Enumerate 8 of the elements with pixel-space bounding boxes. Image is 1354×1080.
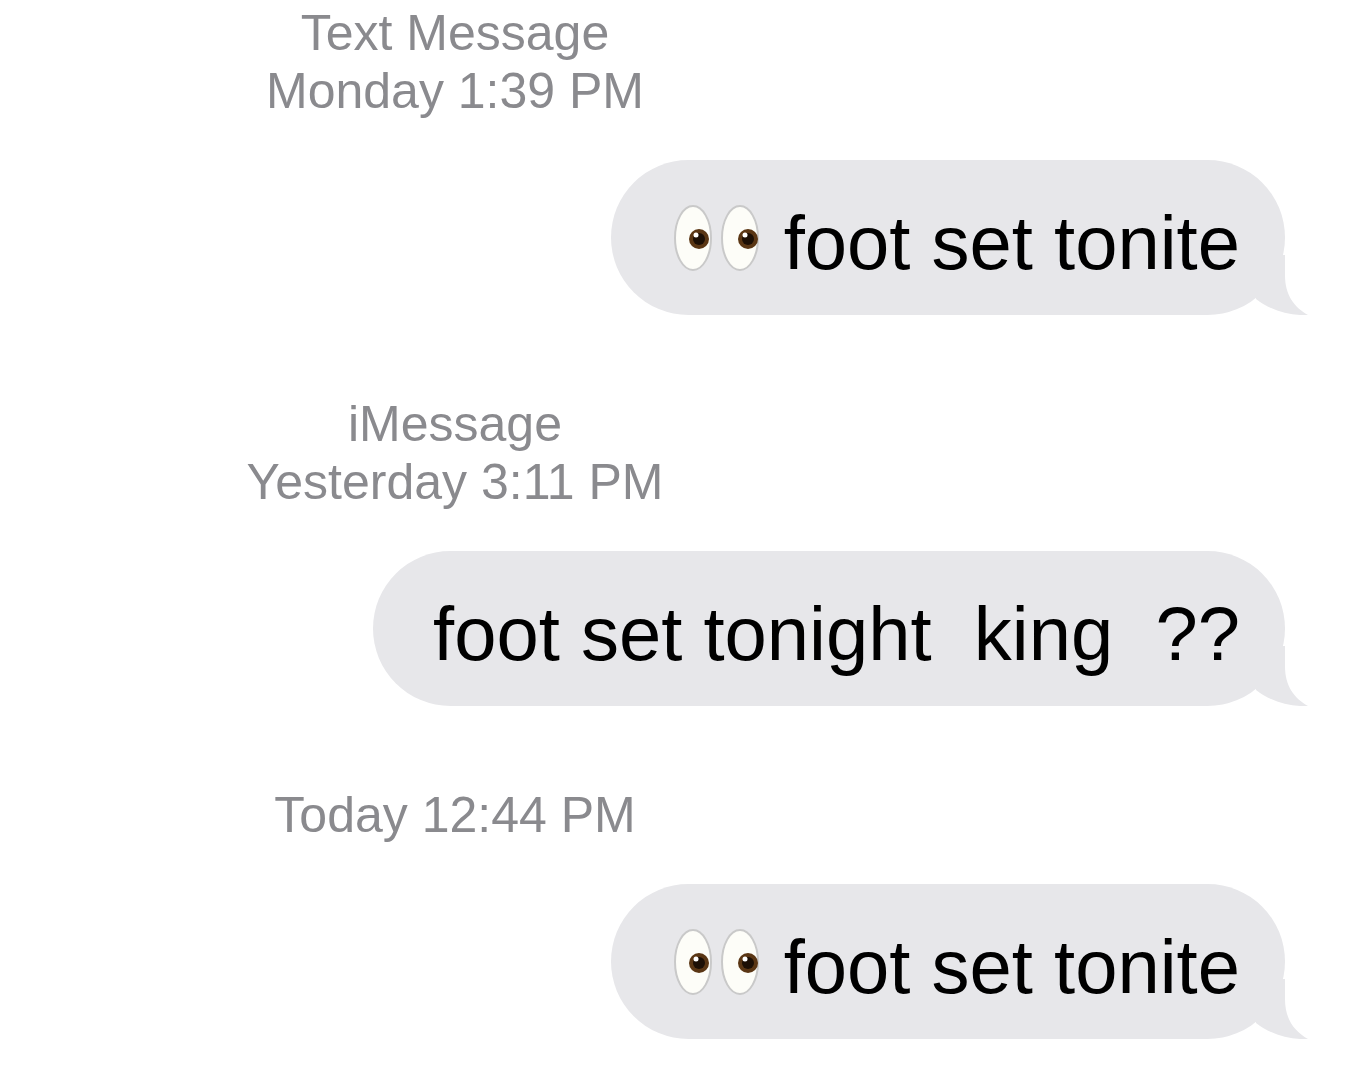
message-timestamp: Today 12:44 PM [274,786,636,844]
message-text: foot set tonight king ?? [433,592,1240,676]
message-timestamp: Monday 1:39 PM [266,62,644,120]
message-service-label: iMessage [348,395,562,453]
message-text: foot set tonite [783,201,1240,285]
message-timestamp: Yesterday 3:11 PM [246,453,664,511]
message-text: foot set tonite [783,925,1240,1009]
message-service-label: Text Message [300,4,610,62]
